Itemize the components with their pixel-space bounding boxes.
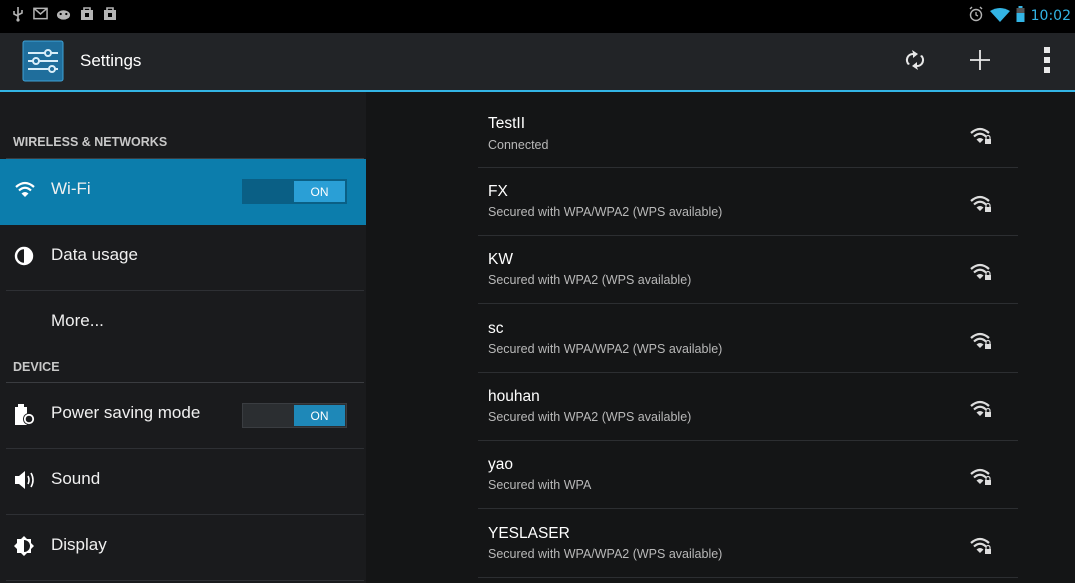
list-divider xyxy=(478,440,1018,441)
network-name: TestII xyxy=(488,115,526,132)
list-divider xyxy=(478,508,1018,509)
network-status: Secured with WPA xyxy=(488,478,592,492)
sidebar-item-display[interactable]: Display xyxy=(0,515,366,581)
list-item[interactable]: YESLASER Secured with WPA/WPA2 (WPS avai… xyxy=(366,510,1075,578)
wps-push-button[interactable] xyxy=(897,44,933,80)
list-divider xyxy=(478,372,1018,373)
settings-sidebar: WIRELESS & NETWORKS Wi-Fi ON Data usage … xyxy=(0,92,366,583)
list-item[interactable]: FX Secured with WPA/WPA2 (WPS available) xyxy=(366,169,1075,237)
network-name: FX xyxy=(488,183,508,200)
add-network-button[interactable] xyxy=(962,44,998,80)
list-divider xyxy=(478,167,1018,168)
wifi-signal-locked-icon xyxy=(970,126,994,146)
wifi-signal-locked-icon xyxy=(970,262,994,282)
wifi-icon xyxy=(989,7,1010,26)
clock: 10:02 xyxy=(1030,8,1071,24)
network-name: KW xyxy=(488,251,513,268)
battery-icon xyxy=(1016,6,1025,26)
network-status: Connected xyxy=(488,138,549,152)
list-item[interactable]: sc Secured with WPA/WPA2 (WPS available) xyxy=(366,305,1075,373)
wifi-signal-locked-icon xyxy=(970,467,994,487)
sidebar-item-wifi[interactable]: Wi-Fi ON xyxy=(0,159,366,225)
battery-saver-icon xyxy=(14,404,38,428)
sidebar-item-sound[interactable]: Sound xyxy=(0,449,366,515)
overflow-menu-button[interactable] xyxy=(1029,44,1065,80)
sidebar-item-more[interactable]: More... xyxy=(0,291,366,357)
sidebar-item-data-usage[interactable]: Data usage xyxy=(0,225,366,291)
list-item[interactable]: KW Secured with WPA2 (WPS available) xyxy=(366,237,1075,305)
android-debug-icon xyxy=(56,6,71,21)
sidebar-item-label: Data usage xyxy=(51,245,138,264)
network-status: Secured with WPA2 (WPS available) xyxy=(488,410,692,424)
settings-app-icon[interactable] xyxy=(22,40,64,82)
status-bar: 10:02 xyxy=(0,0,1075,33)
toggle-on-label: ON xyxy=(294,181,345,202)
data-usage-icon xyxy=(14,246,38,270)
list-divider xyxy=(478,577,1018,578)
network-status: Secured with WPA2 (WPS available) xyxy=(488,273,692,287)
shopping-bag-icon xyxy=(79,6,94,21)
system-icons: 10:02 xyxy=(968,6,1071,26)
wifi-signal-locked-icon xyxy=(970,194,994,214)
network-name: YESLASER xyxy=(488,525,570,542)
usb-icon xyxy=(10,6,25,22)
toggle-on-label: ON xyxy=(294,405,345,426)
list-item[interactable]: houhan Secured with WPA2 (WPS available) xyxy=(366,374,1075,442)
wifi-signal-locked-icon xyxy=(970,331,994,351)
section-header-device: DEVICE xyxy=(13,360,60,374)
wifi-toggle[interactable]: ON xyxy=(242,179,347,204)
item-divider xyxy=(6,580,364,581)
alarm-icon xyxy=(968,6,984,26)
network-status: Secured with WPA/WPA2 (WPS available) xyxy=(488,205,723,219)
list-item[interactable]: TestII Connected xyxy=(366,100,1075,168)
sidebar-item-label: Sound xyxy=(51,469,101,488)
network-name: sc xyxy=(488,320,504,337)
sidebar-item-label: Display xyxy=(51,535,107,554)
list-item[interactable]: yao Secured with WPA xyxy=(366,442,1075,510)
gmail-icon xyxy=(33,6,48,21)
brightness-icon xyxy=(14,536,38,560)
action-bar: Settings xyxy=(0,33,1075,92)
speaker-icon xyxy=(14,470,38,494)
sidebar-item-label: Wi-Fi xyxy=(51,179,91,198)
wifi-icon xyxy=(14,180,38,204)
network-name: yao xyxy=(488,456,513,473)
wps-push-icon xyxy=(904,49,926,75)
shopping-bag-icon xyxy=(102,6,117,21)
page-title: Settings xyxy=(80,51,142,70)
overflow-menu-icon xyxy=(1043,47,1051,77)
section-header-wireless: WIRELESS & NETWORKS xyxy=(13,135,168,149)
wifi-signal-locked-icon xyxy=(970,536,994,556)
list-divider xyxy=(478,303,1018,304)
sidebar-item-label: More... xyxy=(51,311,104,330)
network-name: houhan xyxy=(488,388,540,405)
sidebar-item-power-saving[interactable]: Power saving mode ON xyxy=(0,383,366,449)
sidebar-item-label: Power saving mode xyxy=(51,403,201,422)
wifi-network-list: TestII Connected FX Secured with WPA/WPA… xyxy=(366,92,1075,583)
add-network-icon xyxy=(969,49,991,75)
wifi-signal-locked-icon xyxy=(970,399,994,419)
network-status: Secured with WPA/WPA2 (WPS available) xyxy=(488,342,723,356)
notification-icons xyxy=(10,6,117,22)
list-divider xyxy=(478,235,1018,236)
power-saving-toggle[interactable]: ON xyxy=(242,403,347,428)
network-status: Secured with WPA/WPA2 (WPS available) xyxy=(488,547,723,561)
